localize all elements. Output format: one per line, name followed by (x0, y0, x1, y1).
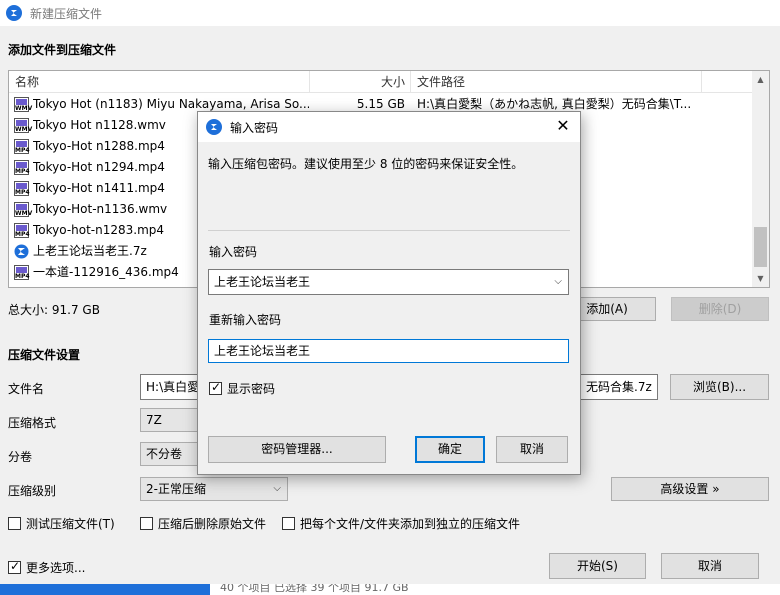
dialog-description: 输入压缩包密码。建议使用至少 8 位的密码来保证安全性。 (208, 157, 524, 171)
advanced-settings-button[interactable]: 高级设置 » (611, 477, 769, 501)
7z-file-icon (14, 244, 29, 259)
mp4-file-icon: MP4 (14, 160, 30, 175)
checkbox-box[interactable] (209, 380, 222, 395)
cancel-button[interactable]: 取消 (661, 553, 759, 579)
chevron-down-icon[interactable]: ⌵ (554, 270, 562, 294)
settings-heading: 压缩文件设置 (8, 348, 81, 362)
level-select-value: 2-正常压缩 (146, 482, 206, 496)
mp4-file-icon: MP4 (14, 223, 30, 238)
delete-after-checkbox[interactable]: 压缩后删除原始文件 (140, 515, 266, 532)
checkbox-box[interactable] (140, 517, 153, 530)
start-button[interactable]: 开始(S) (549, 553, 646, 579)
status-bar: 40 个项目 已选择 39 个项目 91.7 GB (0, 584, 780, 595)
filename-label: 文件名 (8, 382, 45, 396)
show-password-checkbox[interactable]: 显示密码 (209, 380, 275, 397)
status-text: 40 个项目 已选择 39 个项目 91.7 GB (220, 584, 409, 594)
checkbox-box[interactable] (8, 517, 21, 530)
checkbox-box[interactable] (282, 517, 295, 530)
column-divider[interactable] (701, 71, 702, 93)
format-select[interactable]: 7Z (140, 408, 200, 432)
test-archive-checkbox[interactable]: 测试压缩文件(T) (8, 515, 115, 532)
more-options-checkbox[interactable]: 更多选项... (8, 559, 85, 576)
password-label: 输入密码 (209, 245, 258, 259)
scroll-down-icon[interactable]: ▼ (752, 270, 769, 287)
show-password-label: 显示密码 (227, 382, 276, 396)
password-dialog: 输入密码 ✕ 输入压缩包密码。建议使用至少 8 位的密码来保证安全性。 输入密码… (197, 111, 581, 475)
divider (208, 230, 570, 231)
column-divider[interactable] (410, 71, 411, 93)
window-title: 新建压缩文件 (30, 6, 103, 21)
dialog-title-bar: 输入密码 ✕ (198, 112, 580, 142)
mp4-file-icon: MP4 (14, 181, 30, 196)
separate-archives-label: 把每个文件/文件夹添加到独立的压缩文件 (300, 517, 521, 531)
separate-archives-checkbox[interactable]: 把每个文件/文件夹添加到独立的压缩文件 (282, 515, 520, 532)
ok-button[interactable]: 确定 (415, 436, 485, 463)
password-manager-button[interactable]: 密码管理器... (208, 436, 386, 463)
confirm-password-input[interactable]: 上老王论坛当老王 (208, 339, 569, 363)
browse-button[interactable]: 浏览(B)... (670, 374, 769, 400)
password-value: 上老王论坛当老王 (214, 275, 311, 289)
test-archive-label: 测试压缩文件(T) (26, 517, 115, 531)
wmv-file-icon: WMV (14, 118, 32, 133)
total-size: 总大小: 91.7 GB (8, 303, 100, 317)
confirm-password-label: 重新输入密码 (209, 313, 282, 327)
wmv-file-icon: WMV (14, 202, 32, 217)
delete-button[interactable]: 删除(D) (671, 297, 769, 321)
delete-after-label: 压缩后删除原始文件 (158, 517, 267, 531)
vertical-scrollbar[interactable]: ▲ ▼ (752, 71, 769, 287)
dialog-title: 输入密码 (230, 120, 279, 135)
scroll-thumb[interactable] (754, 227, 767, 267)
close-icon[interactable]: ✕ (554, 117, 572, 135)
mp4-file-icon: MP4 (14, 139, 30, 154)
window-title-bar: 新建压缩文件 (0, 0, 780, 26)
dialog-cancel-button[interactable]: 取消 (496, 436, 568, 463)
checkbox-box[interactable] (8, 559, 21, 574)
level-select[interactable]: 2-正常压缩 ⌵ (140, 477, 288, 501)
app-logo-icon (6, 5, 22, 21)
password-input[interactable]: 上老王论坛当老王 ⌵ (208, 269, 569, 295)
filename-input-tail[interactable]: 无码合集.7z (580, 374, 658, 400)
column-path[interactable]: 文件路径 (417, 71, 465, 93)
split-select[interactable]: 不分卷 (140, 442, 200, 466)
column-size[interactable]: 大小 (313, 71, 405, 93)
more-options-label: 更多选项... (26, 561, 86, 575)
wmv-file-icon: WMV (14, 97, 32, 112)
file-list-header: 名称 大小 文件路径 (9, 71, 753, 93)
add-files-heading: 添加文件到压缩文件 (8, 43, 117, 57)
column-divider[interactable] (309, 71, 310, 93)
level-label: 压缩级别 (8, 484, 57, 498)
taskbar-strip (0, 584, 210, 595)
chevron-down-icon: ⌵ (273, 483, 281, 494)
scroll-up-icon[interactable]: ▲ (752, 71, 769, 88)
split-label: 分卷 (8, 450, 33, 464)
column-name[interactable]: 名称 (15, 71, 39, 93)
app-logo-icon (206, 119, 222, 135)
format-label: 压缩格式 (8, 416, 57, 430)
mp4-file-icon: MP4 (14, 265, 30, 280)
